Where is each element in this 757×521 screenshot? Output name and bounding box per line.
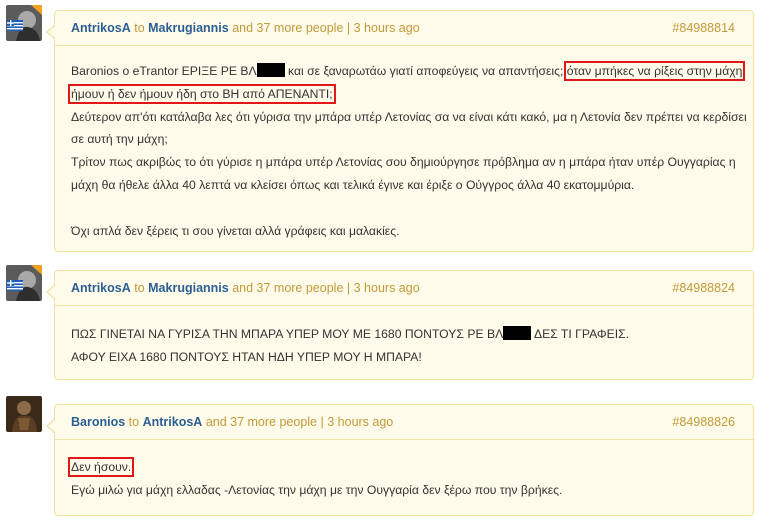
comment-header: Baronios to AntrikosA and 37 more people…: [55, 405, 753, 440]
avatar[interactable]: [6, 5, 42, 41]
comment-header: AntrikosA to Makrugiannis and 37 more pe…: [55, 11, 753, 46]
redaction-block: [256, 63, 285, 77]
text-line: Εγώ μιλώ για μάχη ελλαδας -Λετονίας την …: [71, 482, 563, 497]
post-id-link[interactable]: #84988814: [672, 11, 735, 45]
avatar[interactable]: [6, 396, 42, 432]
text-line: σε αυτή την μάχη;: [71, 132, 168, 147]
more-people-link[interactable]: and 37 more people: [232, 281, 343, 295]
timestamp: 3 hours ago: [327, 415, 394, 429]
text-line: μάχη θα ήθελε άλλα 40 λεπτά να κλείσει ό…: [71, 177, 635, 192]
more-people-link[interactable]: and 37 more people: [206, 415, 317, 429]
post-id-link[interactable]: #84988826: [672, 405, 735, 439]
timestamp: 3 hours ago: [353, 281, 420, 295]
comment-body: Δεν ήσουν. Εγώ μιλώ για μάχη ελλαδας -Λε…: [55, 440, 753, 514]
separator: |: [320, 415, 324, 429]
recipient-link[interactable]: AntrikosA: [143, 415, 203, 429]
text-line: Baronios ο eTrantor ΕΡΙΞΕ ΡΕ ΒΛ και σε ξ…: [71, 61, 746, 81]
comment-card: Baronios to AntrikosA and 37 more people…: [46, 404, 754, 516]
comment-body: Baronios ο eTrantor ΕΡΙΞΕ ΡΕ ΒΛ και σε ξ…: [55, 46, 753, 254]
author-link[interactable]: AntrikosA: [71, 281, 131, 295]
author-link[interactable]: Baronios: [71, 415, 125, 429]
comment-body: ΠΩΣ ΓΙΝΕΤΑΙ ΝΑ ΓΥΡΙΣΑ ΤΗΝ ΜΠΑΡΑ ΥΠΕΡ ΜΟΥ…: [55, 306, 753, 381]
timestamp: 3 hours ago: [353, 21, 420, 35]
text-line: Δεύτερον απ'ότι κατάλαβα λες ότι γύρισα …: [71, 109, 747, 124]
comment-header: AntrikosA to Makrugiannis and 37 more pe…: [55, 271, 753, 306]
to-label: to: [134, 281, 145, 295]
comment-card: AntrikosA to Makrugiannis and 37 more pe…: [46, 270, 754, 381]
highlighted-text: ήμουν ή δεν ήμουν ήδη στο ΒΗ από ΑΠΕΝΑΝΤ…: [68, 83, 336, 104]
text-line: ΠΩΣ ΓΙΝΕΤΑΙ ΝΑ ΓΥΡΙΣΑ ΤΗΝ ΜΠΑΡΑ ΥΠΕΡ ΜΟΥ…: [71, 326, 630, 341]
post-id-link[interactable]: #84988824: [672, 271, 735, 305]
recipient-link[interactable]: Makrugiannis: [148, 21, 229, 35]
text-line: Όχι απλά δεν ξέρεις τι σου γίνεται αλλά …: [71, 223, 400, 238]
highlighted-text: όταν μπήκες να ρίξεις στην μάχη: [563, 61, 746, 81]
author-link[interactable]: AntrikosA: [71, 21, 131, 35]
to-label: to: [134, 21, 145, 35]
comment-card: AntrikosA to Makrugiannis and 37 more pe…: [46, 10, 754, 254]
redaction-block: [503, 326, 532, 340]
highlighted-text: Δεν ήσουν.: [67, 457, 135, 477]
text-line: ήμουν ή δεν ήμουν ήδη στο ΒΗ από ΑΠΕΝΑΝΤ…: [68, 83, 737, 106]
separator: |: [346, 281, 351, 295]
recipient-link[interactable]: Makrugiannis: [148, 281, 229, 295]
text-line: Τρίτον πως ακριβώς το ότι γύρισε η μπάρα…: [71, 155, 736, 170]
avatar[interactable]: [6, 265, 42, 301]
to-label: to: [128, 415, 140, 429]
text-line: Δεν ήσουν.: [67, 456, 737, 479]
more-people-link[interactable]: and 37 more people: [232, 21, 343, 35]
separator: |: [346, 21, 351, 35]
text-line: ΑΦΟΥ ΕΙΧΑ 1680 ΠΟΝΤΟΥΣ ΗΤΑΝ ΗΔΗ ΥΠΕΡ ΜΟΥ…: [71, 349, 422, 364]
